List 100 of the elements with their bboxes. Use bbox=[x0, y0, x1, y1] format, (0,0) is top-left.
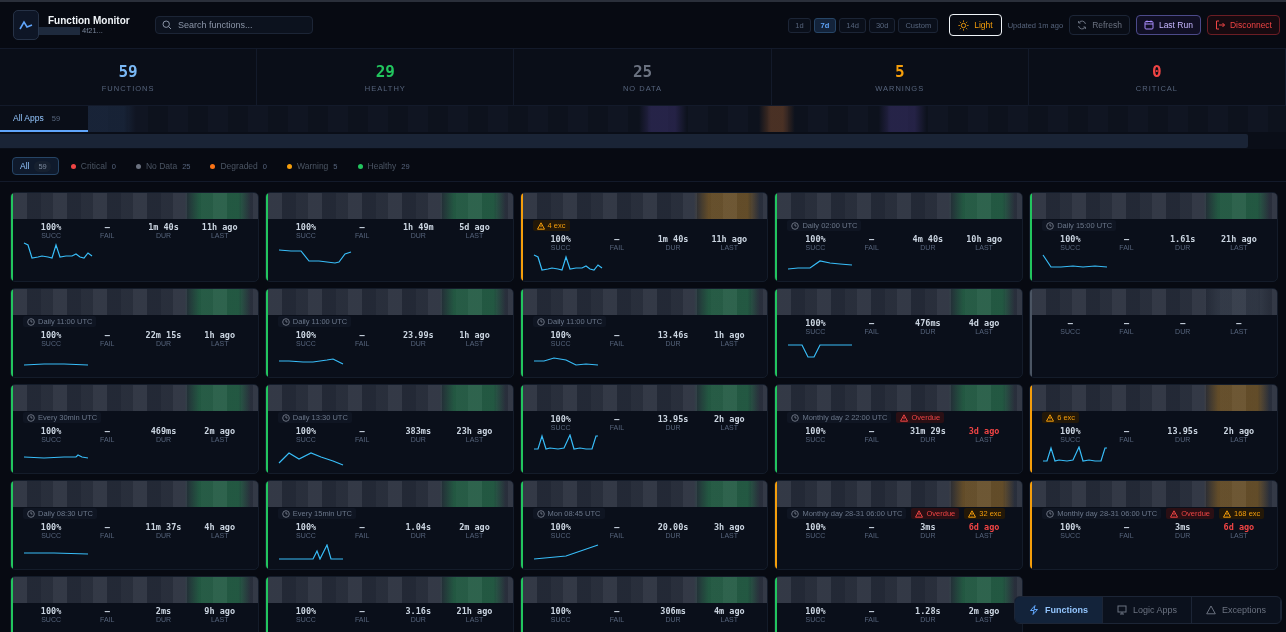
metric-value: 100% bbox=[295, 606, 317, 616]
metric-value: 2ms bbox=[155, 606, 172, 616]
logout-icon bbox=[1214, 20, 1225, 30]
metric-value: 20.00s bbox=[657, 522, 689, 532]
stat-value: 29 bbox=[375, 61, 395, 81]
search-icon bbox=[162, 20, 172, 30]
bottom-nav-tab[interactable]: Logic Apps bbox=[1102, 597, 1192, 623]
stat-value: 59 bbox=[118, 61, 138, 81]
metric-value: 476ms bbox=[915, 318, 941, 328]
metric-value: 3h ago bbox=[713, 522, 745, 532]
metric-value: 1.04s bbox=[405, 522, 432, 532]
metric-value: 100% bbox=[1060, 426, 1081, 436]
metric-value: 100% bbox=[805, 318, 826, 328]
metric-value: 23.99s bbox=[402, 330, 434, 340]
metric-value: 6d ago bbox=[1223, 522, 1255, 532]
refresh-button[interactable]: Refresh bbox=[1069, 15, 1130, 35]
metric-value: 4m ago bbox=[713, 606, 745, 616]
calendar-icon bbox=[1143, 20, 1154, 30]
metric-value: – bbox=[614, 606, 620, 616]
refresh-icon bbox=[1077, 20, 1088, 30]
clock-icon bbox=[791, 221, 800, 230]
metric-value: – bbox=[104, 426, 110, 436]
clock-icon bbox=[791, 413, 800, 422]
metric-value: 469ms bbox=[150, 426, 177, 436]
metric-value: 100% bbox=[805, 606, 826, 616]
metric-value: – bbox=[1123, 234, 1130, 244]
metric-value: – bbox=[1123, 426, 1130, 436]
sun-icon bbox=[958, 19, 970, 31]
clock-icon bbox=[281, 509, 290, 518]
bottom-nav-tab[interactable]: Functions bbox=[1014, 597, 1103, 623]
metric-value: 100% bbox=[295, 330, 317, 340]
metric-value: – bbox=[104, 606, 110, 616]
metric-value: 1m 40s bbox=[657, 234, 689, 244]
metric-value: – bbox=[104, 522, 110, 532]
metric-value: 100% bbox=[550, 522, 571, 532]
metric-value: 2m ago bbox=[204, 426, 236, 436]
blurred-text bbox=[38, 26, 80, 35]
metric-value: 4m 40s bbox=[912, 234, 944, 244]
stat-value: 25 bbox=[632, 61, 653, 81]
metric-value: 100% bbox=[550, 414, 571, 424]
warning-icon bbox=[915, 509, 924, 518]
metric-value: 3.16s bbox=[405, 606, 432, 616]
bolt-icon bbox=[1028, 605, 1039, 615]
metric-value: 3ms bbox=[920, 522, 936, 532]
warning-icon bbox=[900, 413, 909, 422]
metric-value: 100% bbox=[295, 522, 317, 532]
metric-value: 1h ago bbox=[713, 330, 745, 340]
warning-icon bbox=[968, 509, 977, 518]
metric-value: – bbox=[869, 318, 875, 328]
metric-value: 100% bbox=[295, 222, 317, 232]
stat-value: 0 bbox=[1152, 61, 1162, 81]
metric-value: 100% bbox=[40, 606, 62, 616]
metric-value: 100% bbox=[40, 330, 62, 340]
metric-value: 11m 37s bbox=[145, 522, 182, 532]
metric-value: 1h ago bbox=[204, 330, 236, 340]
metric-value: 11h ago bbox=[201, 222, 238, 232]
clock-icon bbox=[1046, 509, 1055, 518]
metric-value: – bbox=[1123, 318, 1130, 328]
warning-icon bbox=[1223, 509, 1232, 518]
metric-value: 100% bbox=[550, 234, 571, 244]
metric-value: 10h ago bbox=[966, 234, 1002, 244]
metric-value: – bbox=[1236, 318, 1242, 328]
warning-icon bbox=[1205, 605, 1216, 615]
theme-button[interactable]: Light bbox=[949, 14, 1002, 36]
metric-value: – bbox=[869, 522, 875, 532]
metric-value: 100% bbox=[40, 522, 62, 532]
scrollbar[interactable] bbox=[0, 133, 1248, 148]
metric-value: 100% bbox=[805, 522, 826, 532]
stat-value: 5 bbox=[894, 61, 905, 81]
metric-value: 100% bbox=[1060, 234, 1081, 244]
bottom-nav-tab[interactable]: Exceptions bbox=[1191, 597, 1281, 623]
metric-value: – bbox=[104, 330, 110, 340]
metric-value: 1m 40s bbox=[148, 222, 179, 232]
metric-value: – bbox=[359, 606, 365, 616]
metric-value: 1h 49m bbox=[402, 222, 434, 232]
metric-value: 21h ago bbox=[456, 606, 493, 616]
metric-value: 22m 15s bbox=[145, 330, 182, 340]
metric-value: 23h ago bbox=[456, 426, 493, 436]
clock-icon bbox=[536, 509, 545, 518]
last-run-button[interactable]: Last Run bbox=[1135, 15, 1201, 35]
metric-value: 6d ago bbox=[968, 522, 1000, 532]
metric-value: 2m ago bbox=[968, 606, 1000, 616]
metric-value: – bbox=[614, 234, 620, 244]
metric-value: 4d ago bbox=[968, 318, 1000, 328]
search-field[interactable]: Search functions... bbox=[155, 16, 313, 34]
metric-value: 1.61s bbox=[1169, 234, 1196, 244]
metric-value: 9h ago bbox=[204, 606, 236, 616]
clock-icon bbox=[27, 413, 35, 422]
metric-value: – bbox=[869, 426, 875, 436]
metric-value: – bbox=[869, 234, 875, 244]
clock-icon bbox=[281, 413, 290, 422]
disconnect-button[interactable]: Disconnect bbox=[1206, 15, 1280, 35]
metric-value: 306ms bbox=[660, 606, 686, 616]
metric-value: – bbox=[359, 222, 365, 232]
metric-value: 3d ago bbox=[968, 426, 1000, 436]
metric-value: – bbox=[359, 426, 365, 436]
metric-value: 100% bbox=[805, 426, 826, 436]
clock-icon bbox=[27, 509, 35, 518]
metric-value: 13.46s bbox=[657, 330, 689, 340]
metric-value: 100% bbox=[40, 222, 62, 232]
